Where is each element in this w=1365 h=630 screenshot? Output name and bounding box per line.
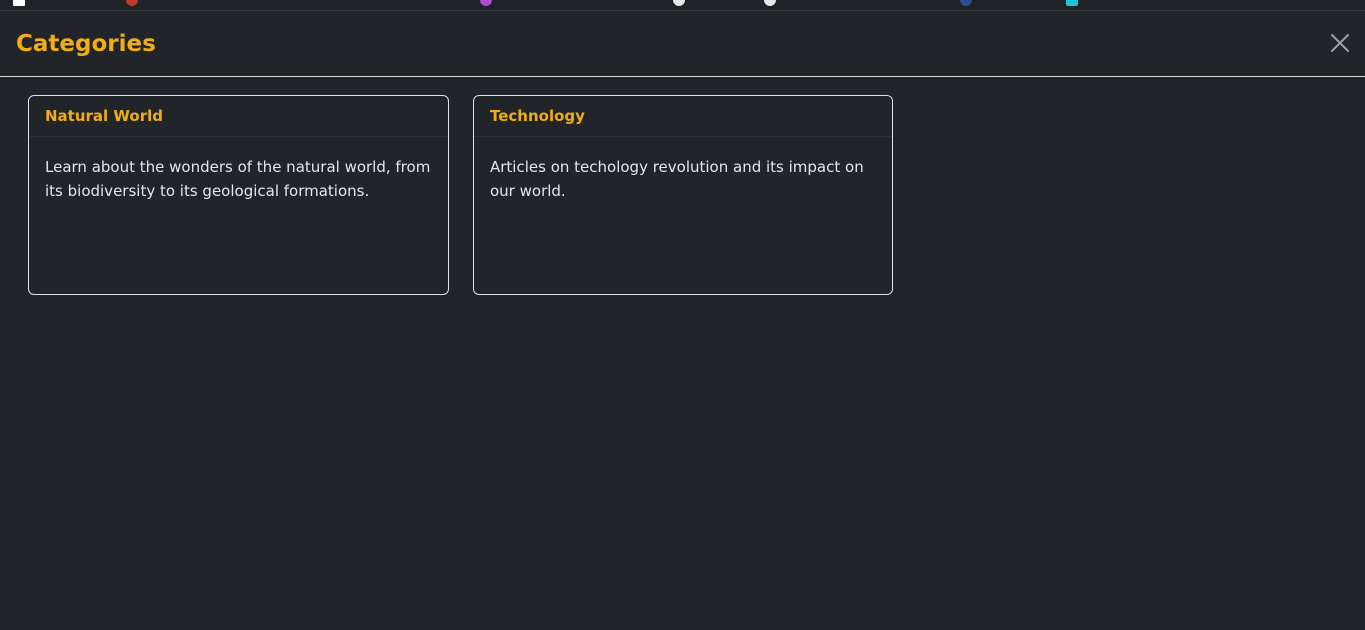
- bookmark-favicon-github[interactable]: [673, 0, 685, 6]
- category-card-natural-world[interactable]: Natural World Learn about the wonders of…: [28, 95, 449, 295]
- card-header: Natural World: [29, 96, 448, 137]
- bookmark-favicon-purple[interactable]: [480, 0, 492, 6]
- bookmark-favicon-blue[interactable]: [960, 0, 972, 6]
- modal-title: Categories: [16, 31, 156, 57]
- category-description: Articles on techology revolution and its…: [490, 158, 864, 200]
- category-title[interactable]: Natural World: [45, 107, 163, 125]
- apps-grid-icon[interactable]: [13, 0, 25, 6]
- bookmark-favicon-github[interactable]: [764, 0, 776, 6]
- close-button[interactable]: [1329, 32, 1351, 54]
- bookmark-favicon-cyan[interactable]: [1066, 0, 1078, 6]
- modal-header: Categories: [0, 10, 1365, 77]
- card-header: Technology: [474, 96, 892, 137]
- category-title[interactable]: Technology: [490, 107, 585, 125]
- close-icon: [1331, 34, 1349, 52]
- bookmark-favicon-red[interactable]: [126, 0, 138, 6]
- category-card-technology[interactable]: Technology Articles on techology revolut…: [473, 95, 893, 295]
- category-description: Learn about the wonders of the natural w…: [45, 158, 431, 200]
